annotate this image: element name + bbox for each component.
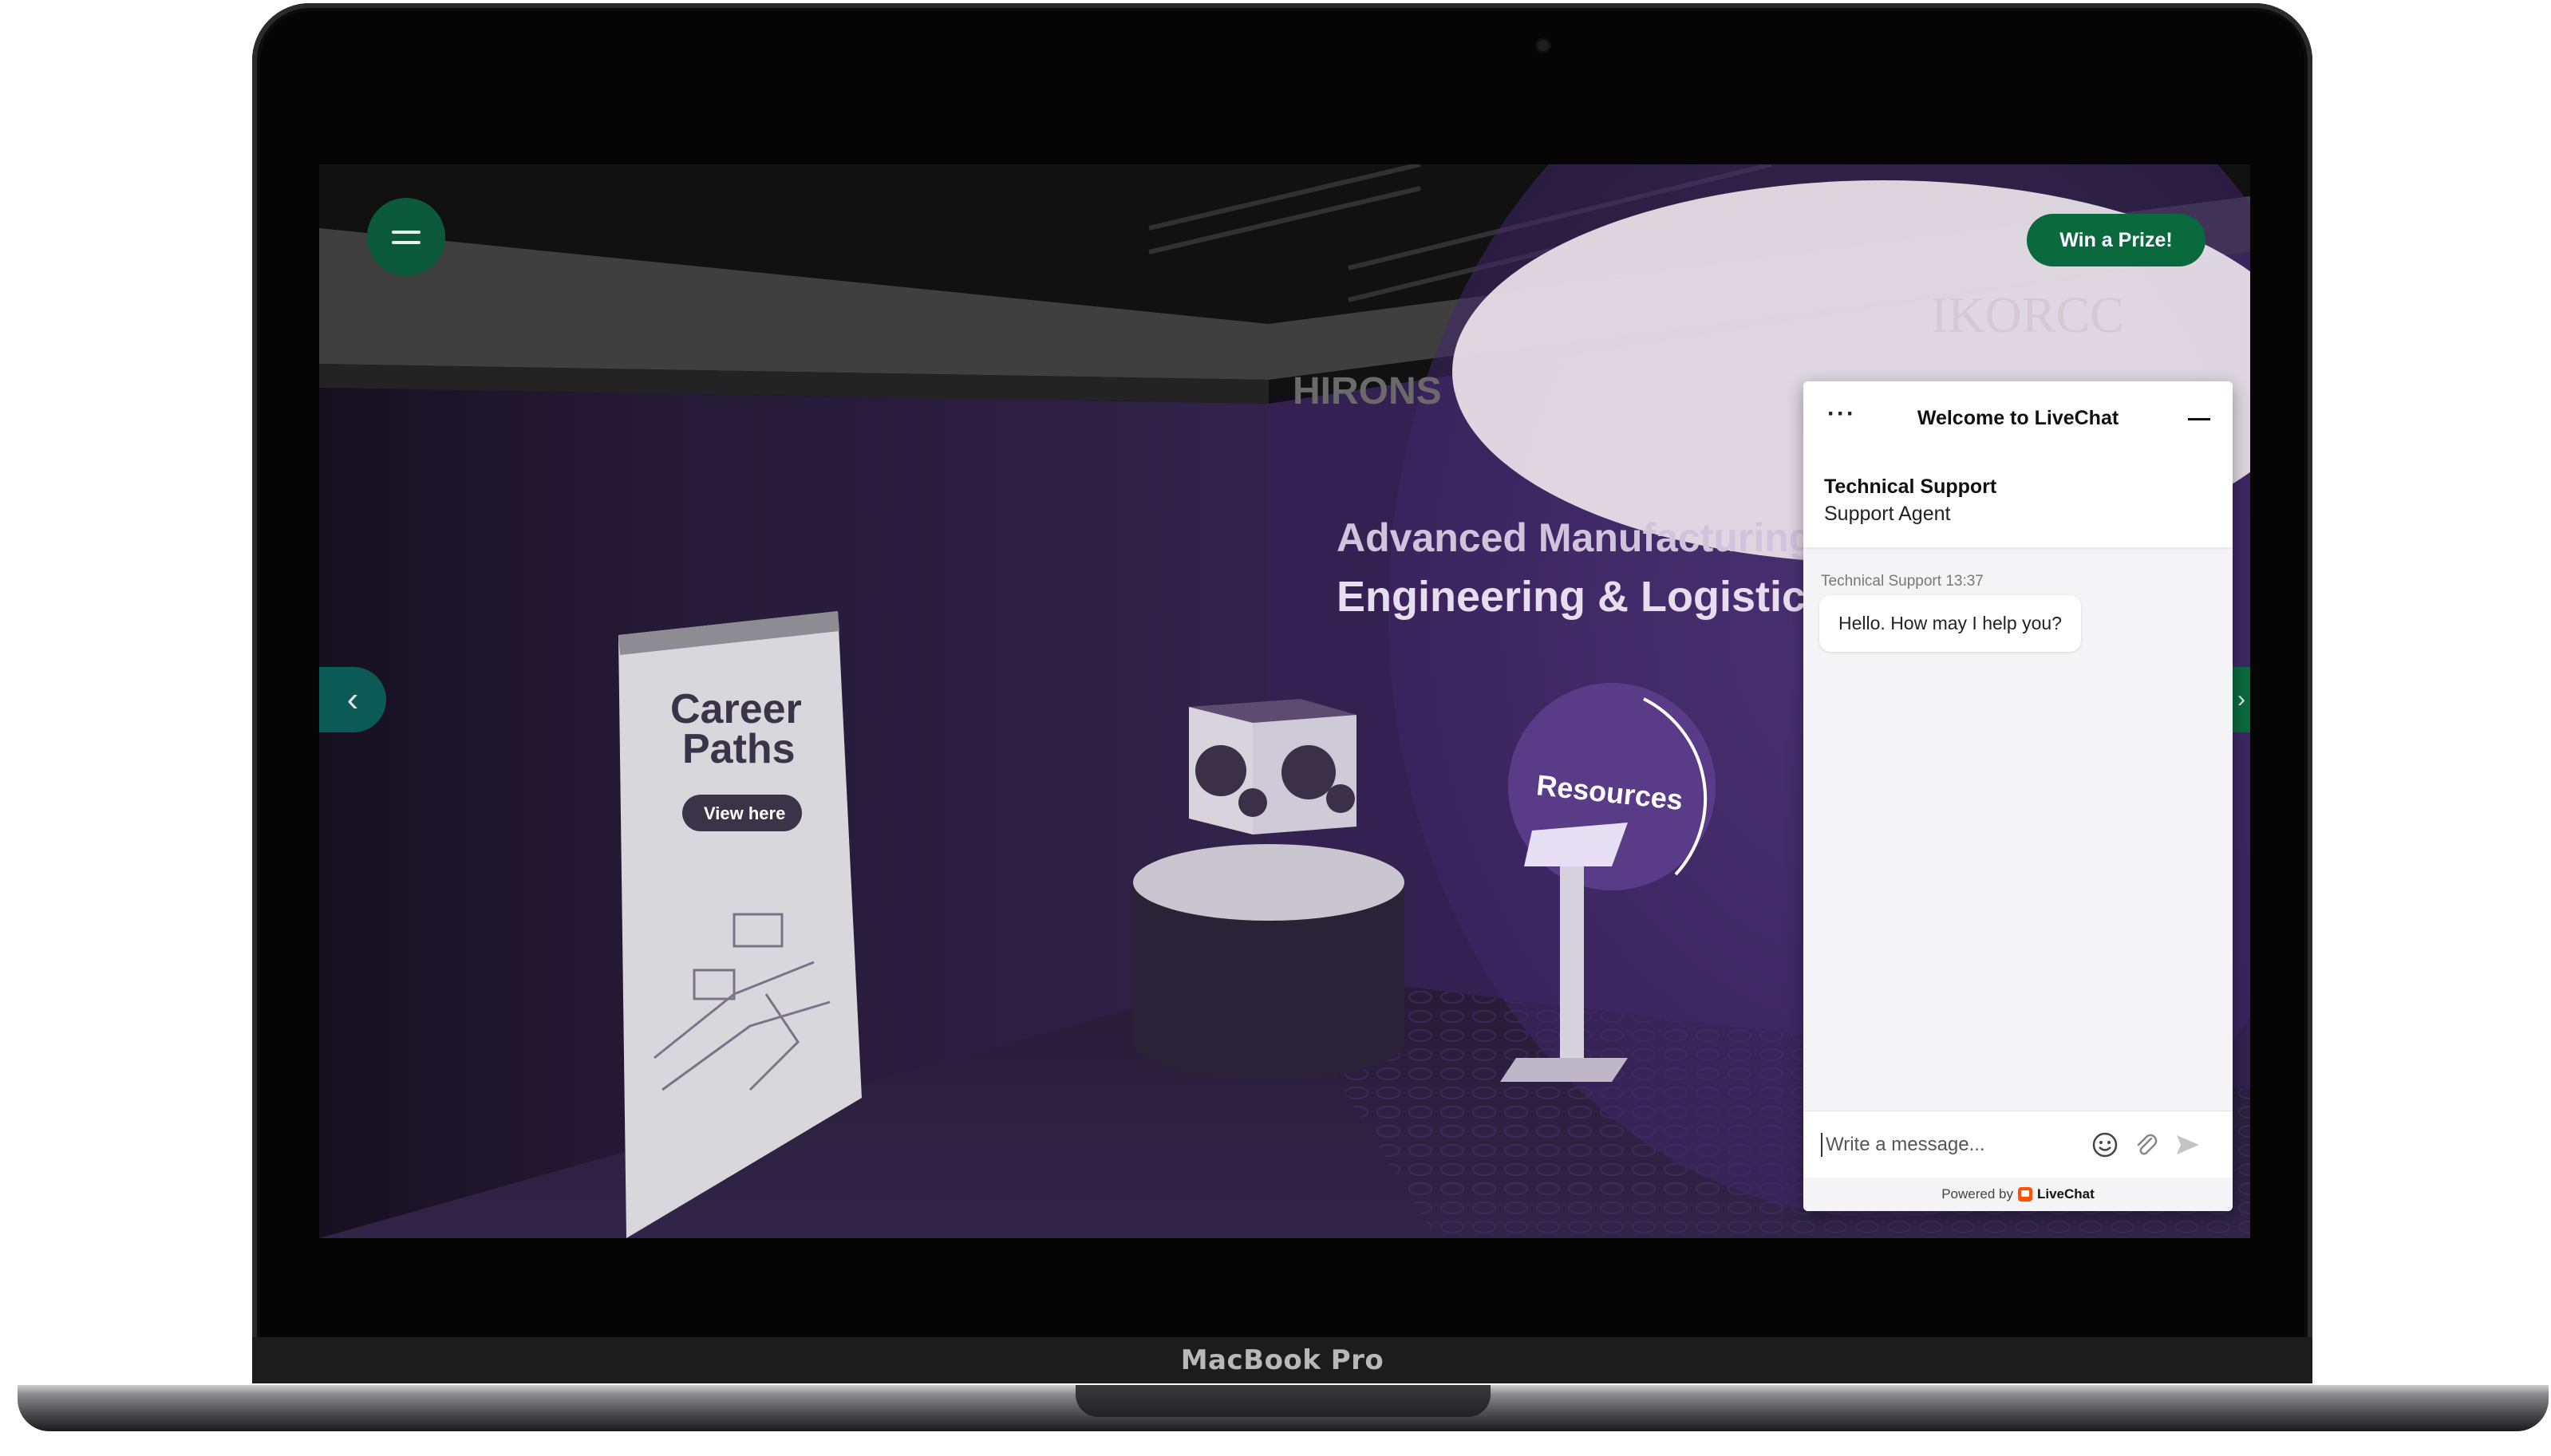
hamburger-menu-button[interactable]: [367, 198, 445, 276]
device-label: MacBook Pro: [1180, 1344, 1384, 1376]
powered-by: Powered by LiveChat: [1803, 1178, 2233, 1211]
chevron-right-icon: ›: [2237, 686, 2245, 712]
more-options-icon[interactable]: ···: [1827, 402, 1856, 426]
laptop-notch: [1076, 1385, 1491, 1417]
gear-cube: [1189, 699, 1356, 835]
powered-brand[interactable]: LiveChat: [2037, 1186, 2095, 1202]
message-meta: Technical Support 13:37: [1821, 573, 1984, 590]
menu-line-icon: [392, 230, 421, 234]
pedestal: [1133, 844, 1404, 1080]
banner-title-line2: Paths: [682, 726, 796, 772]
booth-headline-line2: Engineering & Logistics: [1337, 573, 1830, 621]
powered-prefix: Powered by: [1941, 1186, 2013, 1201]
agent-name: Technical Support: [1824, 475, 1997, 498]
menu-line-icon: [392, 240, 421, 244]
agent-info: Technical Support Support Agent: [1803, 455, 2233, 547]
chevron-left-icon: ‹: [346, 680, 359, 719]
sponsor-logo-ikorcc: IKORCC: [1931, 286, 2124, 343]
previous-booth-button[interactable]: ‹: [319, 667, 386, 732]
agent-role: Support Agent: [1824, 503, 1951, 525]
chat-header: ··· Welcome to LiveChat: [1803, 381, 2233, 456]
send-icon[interactable]: [2174, 1130, 2202, 1159]
livechat-logo-icon: [2017, 1187, 2032, 1201]
laptop-chin: MacBook Pro: [252, 1337, 2312, 1383]
app-screen: IKORCC HIRONS Advanced Manufacturing Eng…: [319, 164, 2250, 1238]
sponsor-logo-hirons: HIRONS: [1293, 370, 1442, 412]
message-input[interactable]: [1821, 1133, 2091, 1157]
camera-icon: [1538, 40, 1549, 51]
booth-headline-line1: Advanced Manufacturing: [1337, 515, 1813, 560]
attachment-icon[interactable]: [2132, 1130, 2161, 1159]
emoji-icon[interactable]: [2091, 1130, 2119, 1159]
minimize-icon[interactable]: [2188, 418, 2210, 420]
message-composer: [1803, 1111, 2233, 1178]
message-bubble: Hello. How may I help you?: [1819, 595, 2081, 652]
chat-title: Welcome to LiveChat: [1917, 406, 2119, 429]
win-prize-button[interactable]: Win a Prize!: [2027, 214, 2205, 266]
banner-view-button: View here: [704, 803, 785, 823]
livechat-widget: ··· Welcome to LiveChat Technical Suppor…: [1803, 381, 2233, 1211]
